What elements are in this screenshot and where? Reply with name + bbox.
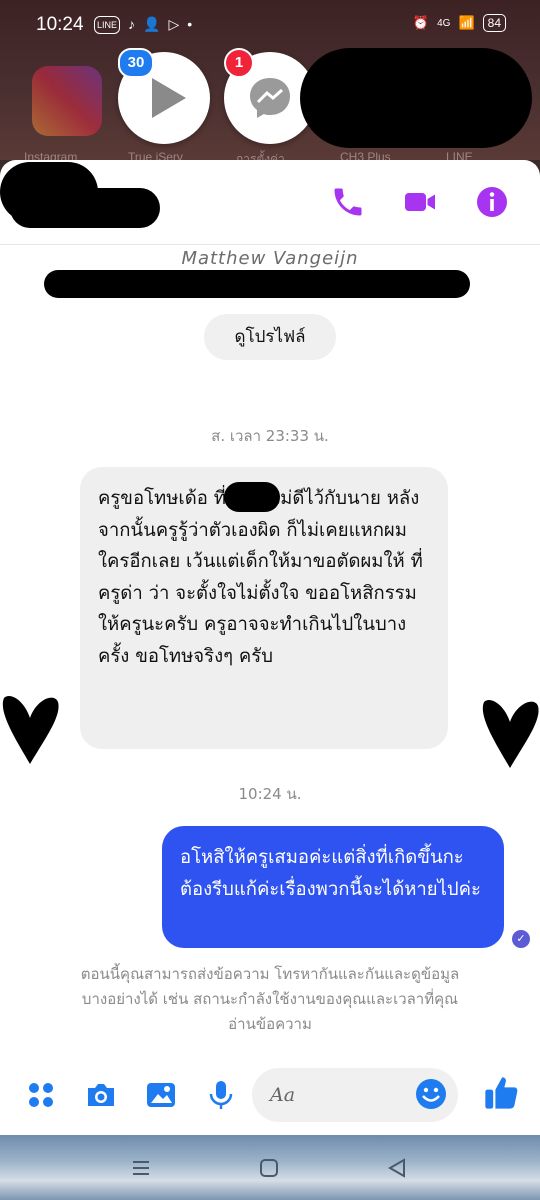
notification-icons: LINE ♪ 👤 ▷ • <box>94 14 192 34</box>
redaction-mark <box>224 482 280 512</box>
like-icon[interactable] <box>482 1074 520 1112</box>
status-time: 10:24 <box>36 14 84 35</box>
video-call-icon[interactable] <box>402 184 438 220</box>
phone-call-icon[interactable] <box>330 184 366 220</box>
outgoing-message[interactable]: อโหสิให้ครูเสมอค่ะแต่สิ่งที่เกิดขึ้นกะต้… <box>162 826 504 948</box>
gallery-icon[interactable] <box>144 1078 178 1112</box>
instagram-app-icon[interactable] <box>32 66 102 136</box>
microphone-icon[interactable] <box>204 1078 238 1112</box>
battery-level: 84 <box>482 14 506 32</box>
signal-icon: 📶 <box>458 15 475 30</box>
add-user-icon: 👤 <box>143 16 161 32</box>
navigation-bar <box>0 1135 540 1200</box>
network-type: 4G <box>437 17 451 29</box>
view-profile-button[interactable]: ดูโปรไฟล์ <box>204 314 336 360</box>
true-id-badge: 30 <box>118 48 154 78</box>
timestamp: ส. เวลา 23:33 น. <box>211 427 329 445</box>
seen-check-icon: ✓ <box>512 930 530 948</box>
menu-dots-icon[interactable] <box>24 1078 58 1112</box>
avatar <box>2 696 59 764</box>
redaction-mark <box>300 48 532 148</box>
status-bar: 10:24 LINE ♪ 👤 ▷ • ⏰ 4G 📶 84 <box>0 0 540 54</box>
avatar <box>482 700 539 768</box>
recent-apps-icon[interactable] <box>130 1157 152 1179</box>
profile-name: Matthew Vangeijn <box>181 248 359 269</box>
status-right: ⏰ 4G 📶 84 <box>413 14 506 32</box>
info-icon[interactable] <box>474 184 510 220</box>
messenger-badge: 1 <box>224 48 254 78</box>
emoji-icon[interactable] <box>414 1077 448 1111</box>
camera-icon[interactable] <box>84 1078 118 1112</box>
chat-header <box>0 160 540 245</box>
back-icon[interactable] <box>386 1157 408 1179</box>
chat-notice: ตอนนี้คุณสามารถส่งข้อความ โทรหากันและกัน… <box>80 965 460 1033</box>
timestamp: 10:24 น. <box>238 785 302 803</box>
line-icon: LINE <box>94 16 121 34</box>
redaction-mark <box>44 270 470 298</box>
tiktok-icon: ♪ <box>128 16 136 32</box>
home-icon[interactable] <box>258 1157 280 1179</box>
dot-icon: • <box>187 16 193 32</box>
true-id-bubble[interactable]: 30 <box>118 48 210 144</box>
alarm-icon: ⏰ <box>412 15 430 30</box>
play-icon: ▷ <box>168 16 180 32</box>
composer: Aa <box>0 1066 540 1126</box>
chat-window: Matthew Vangeijn ดูโปรไฟล์ ส. เวลา 23:33… <box>0 160 540 1135</box>
redaction-mark <box>10 188 160 228</box>
